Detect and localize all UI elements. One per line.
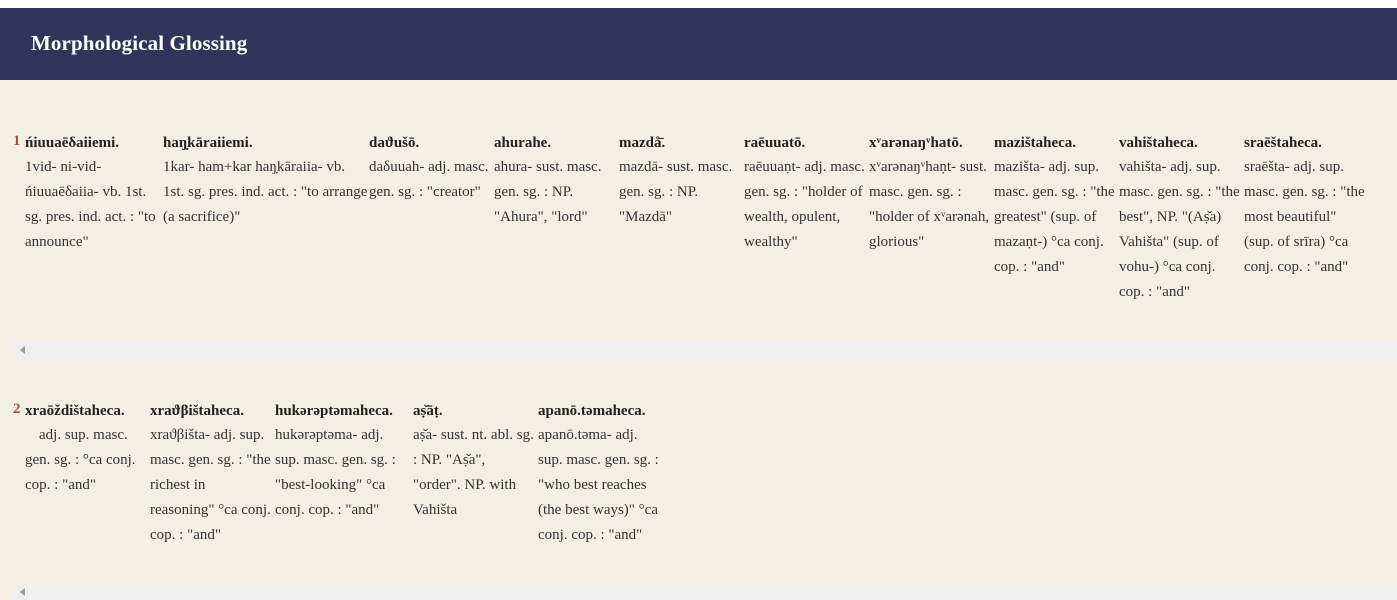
word-gloss-text: xᵛarənaŋᵛhaṇt- sust. masc. gen. sg. : "h… <box>869 159 990 250</box>
verse-number: 2 <box>13 401 21 417</box>
word-form: hukərəptəmaheca. <box>275 403 393 419</box>
word-gloss: daϑušō. daδuuah- adj. masc. gen. sg. : "… <box>369 133 491 205</box>
word-gloss: raēuuatō. raēuuaṇt- adj. masc. gen. sg. … <box>744 133 866 255</box>
word-gloss-text: vahišta- adj. sup. masc. gen. sg. : "the… <box>1119 159 1240 300</box>
word-form: aṣ̌āṭ. <box>413 403 443 419</box>
word-form: raēuuatō. <box>744 135 806 151</box>
word-gloss-text: daδuuah- adj. masc. gen. sg. : "creator" <box>369 159 489 200</box>
word-form: ahurahe. <box>494 135 552 151</box>
page-header: Morphological Glossing <box>0 8 1397 80</box>
top-strip <box>0 0 1397 8</box>
word-gloss-text: hukərəptəma- adj. sup. masc. gen. sg. : … <box>275 427 396 518</box>
word-gloss: hukərəptəmaheca. hukərəptəma- adj. sup. … <box>275 401 411 523</box>
word-form: xraōždištaheca. <box>25 403 125 419</box>
scroll-left-arrow-icon[interactable] <box>20 588 25 596</box>
word-gloss-text: adj. sup. masc. gen. sg. : °ca conj. cop… <box>25 427 136 493</box>
horizontal-scrollbar[interactable] <box>13 582 1397 600</box>
word-form: ńiuuaēδaiiemi. <box>25 135 120 151</box>
word-gloss-text: raēuuaṇt- adj. masc. gen. sg. : "holder … <box>744 159 865 250</box>
word-gloss: apanō.təmaheca. apanō.təma- adj. sup. ma… <box>538 401 662 548</box>
word-gloss-text: sraēšta- adj. sup. masc. gen. sg. : "the… <box>1244 159 1365 275</box>
word-form: vahištaheca. <box>1119 135 1198 151</box>
word-gloss: ńiuuaēδaiiemi. 1vid- ni-vid- ńiuuaēδaiia… <box>25 133 163 255</box>
verse-number: 1 <box>13 133 21 149</box>
word-form: xraϑβištaheca. <box>150 403 244 419</box>
word-gloss: xraōždištaheca. adj. sup. masc. gen. sg.… <box>25 401 149 498</box>
word-form: sraēštaheca. <box>1244 135 1322 151</box>
word-gloss-text: apanō.təma- adj. sup. masc. gen. sg. : "… <box>538 427 659 543</box>
word-form: daϑušō. <box>369 135 420 151</box>
word-gloss: vahištaheca. vahišta- adj. sup. masc. ge… <box>1119 133 1243 305</box>
word-form: apanō.təmaheca. <box>538 403 646 419</box>
word-form: mazdå̄. <box>619 135 666 151</box>
word-form: xᵛarənaŋᵛhatō. <box>869 135 963 151</box>
word-gloss-text: ahura- sust. masc. gen. sg. : NP. "Ahura… <box>494 159 602 225</box>
word-gloss: xraϑβištaheca. xraϑβišta- adj. sup. masc… <box>150 401 272 548</box>
word-gloss: ahurahe. ahura- sust. masc. gen. sg. : N… <box>494 133 616 230</box>
word-form: mazištaheca. <box>994 135 1077 151</box>
word-gloss: haŋ̣kāraiiemi. 1kar- ham+kar haŋ̣kāraiia… <box>163 133 368 230</box>
word-gloss: sraēštaheca. sraēšta- adj. sup. masc. ge… <box>1244 133 1368 280</box>
word-gloss: xᵛarənaŋᵛhatō. xᵛarənaŋᵛhaṇt- sust. masc… <box>869 133 991 255</box>
word-gloss-text: 1kar- ham+kar haŋ̣kāraiia- vb. 1st. sg. … <box>163 159 368 225</box>
word-gloss-text: aṣ̌a- sust. nt. abl. sg. : NP. "Aṣ̌a", "… <box>413 427 534 518</box>
word-gloss: aṣ̌āṭ. aṣ̌a- sust. nt. abl. sg. : NP. "A… <box>413 401 536 523</box>
word-gloss-text: 1vid- ni-vid- ńiuuaēδaiia- vb. 1st. sg. … <box>25 159 156 250</box>
word-gloss-text: xraϑβišta- adj. sup. masc. gen. sg. : "t… <box>150 427 271 543</box>
word-gloss-text: mazišta- adj. sup. masc. gen. sg. : "the… <box>994 159 1115 275</box>
page-title: Morphological Glossing <box>31 31 248 55</box>
word-gloss-text: mazdā- sust. masc. gen. sg. : NP. "Mazdā… <box>619 159 733 225</box>
word-gloss: mazdå̄. mazdā- sust. masc. gen. sg. : NP… <box>619 133 741 230</box>
word-gloss: mazištaheca. mazišta- adj. sup. masc. ge… <box>994 133 1118 280</box>
horizontal-scrollbar[interactable] <box>13 340 1397 360</box>
word-form: haŋ̣kāraiiemi. <box>163 135 253 151</box>
scroll-left-arrow-icon[interactable] <box>20 346 25 354</box>
